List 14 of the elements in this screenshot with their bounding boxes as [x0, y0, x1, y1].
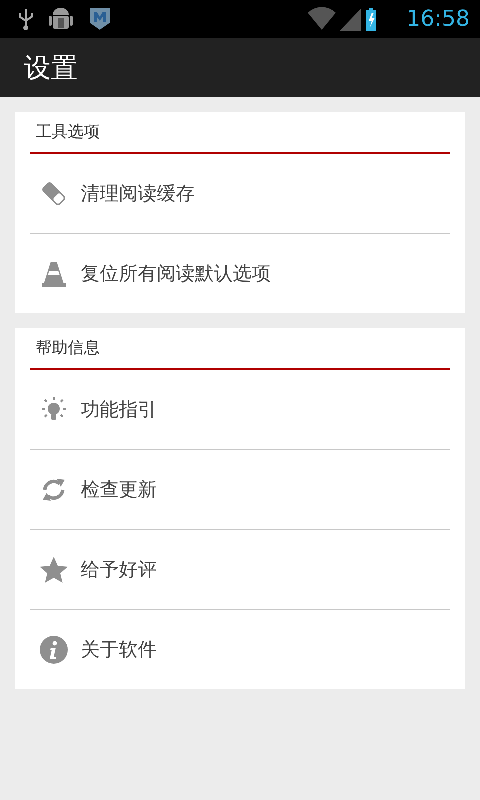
screen-title: 设置 — [24, 52, 78, 86]
clock-time: 16:58 — [406, 6, 470, 32]
section-title: 帮助信息 — [36, 338, 100, 358]
settings-item[interactable]: 关于软件 — [30, 609, 450, 689]
settings-item[interactable]: 检查更新 — [30, 449, 450, 529]
settings-item[interactable]: 功能指引 — [30, 370, 450, 449]
star-icon — [39, 554, 69, 584]
section-title: 工具选项 — [36, 122, 100, 142]
settings-item[interactable]: 给予好评 — [30, 529, 450, 609]
settings-item[interactable]: 复位所有阅读默认选项 — [30, 233, 450, 313]
info-icon — [39, 634, 69, 664]
shield-icon — [88, 6, 112, 32]
usb-icon — [18, 7, 34, 31]
settings-item[interactable]: 清理阅读缓存 — [30, 154, 450, 233]
